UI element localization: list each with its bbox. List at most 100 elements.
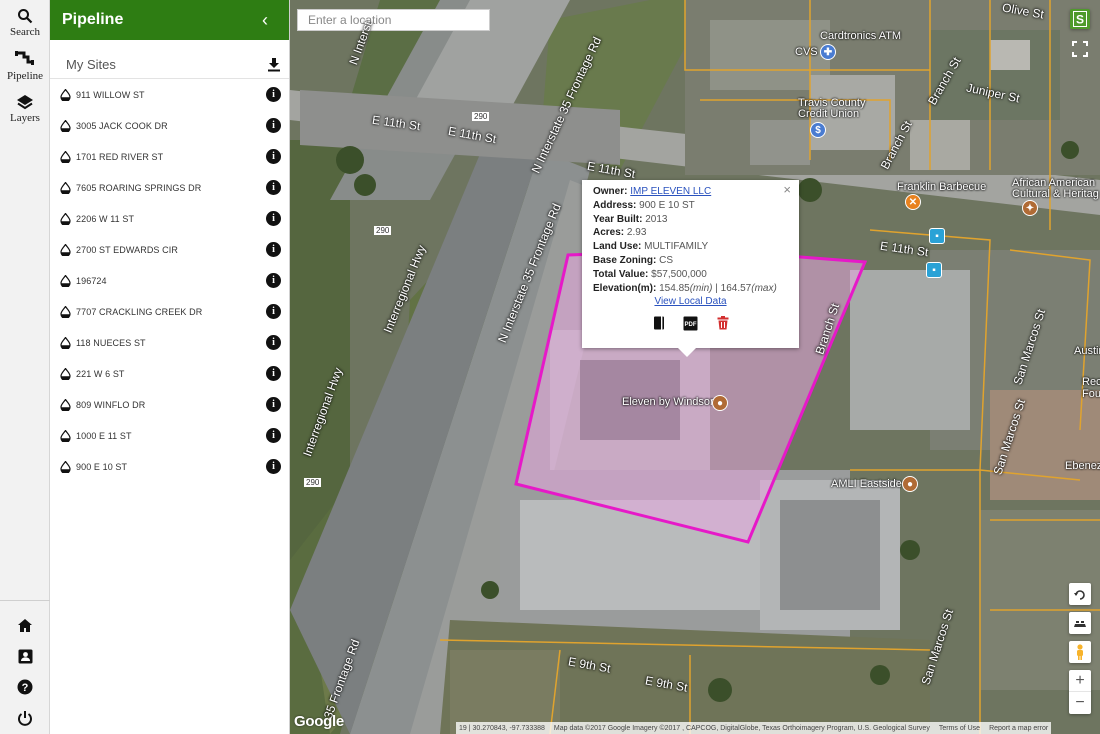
site-list-item[interactable]: 7707 CRACKLING CREEK DR i	[50, 296, 289, 327]
view-local-data-link[interactable]: View Local Data	[593, 295, 788, 309]
info-icon[interactable]: i	[266, 273, 281, 288]
nav-pipeline[interactable]: Pipeline	[0, 50, 50, 82]
pdf-button[interactable]: PDF	[683, 315, 699, 331]
elevation-min-unit: (min)	[689, 282, 713, 294]
drop-icon	[60, 429, 71, 442]
info-icon[interactable]: i	[266, 242, 281, 257]
address-value: 900 E 10 ST	[639, 199, 695, 211]
transit-pin-icon-a[interactable]: ▪	[929, 228, 945, 244]
tilt-button[interactable]	[1069, 612, 1091, 634]
map-attribution: 19 | 30.270843, -97.733388 Map data ©201…	[456, 722, 1052, 734]
location-search-input[interactable]	[297, 9, 490, 31]
site-list-item[interactable]: 196724 i	[50, 265, 289, 296]
year-value: 2013	[645, 213, 668, 225]
map-data-credit: Map data ©2017 Google Imagery ©2017 , CA…	[553, 724, 930, 732]
site-list-item[interactable]: 809 WINFLO DR i	[50, 389, 289, 420]
terms-link[interactable]: Terms of Use	[939, 725, 980, 732]
site-label: 900 E 10 ST	[76, 461, 128, 472]
collapse-panel-button[interactable]: ‹	[255, 10, 275, 31]
elevation-label: Elevation(m):	[593, 282, 657, 294]
fullscreen-button[interactable]	[1070, 39, 1090, 59]
site-list-item[interactable]: 911 WILLOW ST i	[50, 79, 289, 110]
report-error-link[interactable]: Report a map error	[989, 725, 1048, 732]
layers-icon	[17, 95, 33, 110]
nav-layers[interactable]: Layers	[0, 94, 50, 124]
site-list-item[interactable]: 2700 ST EDWARDS CIR i	[50, 234, 289, 265]
pdf-icon: PDF	[683, 316, 698, 331]
home-button[interactable]	[0, 611, 50, 639]
rotate-button[interactable]	[1069, 583, 1091, 605]
drop-icon	[60, 460, 71, 473]
owner-link[interactable]: IMP ELEVEN LLC	[630, 186, 711, 197]
zoning-row: Base Zoning: CS	[593, 254, 788, 268]
info-icon[interactable]: i	[266, 397, 281, 412]
site-label: 196724	[76, 275, 107, 286]
drop-icon	[60, 212, 71, 225]
nav-layers-label: Layers	[10, 112, 40, 124]
zoning-value: CS	[659, 254, 674, 266]
site-list-item[interactable]: 900 E 10 ST i	[50, 451, 289, 482]
logout-button[interactable]	[0, 704, 50, 732]
account-button[interactable]	[0, 642, 50, 670]
site-list-item[interactable]: 221 W 6 ST i	[50, 358, 289, 389]
download-icon[interactable]	[267, 57, 281, 72]
site-list-item[interactable]: 3005 JACK COOK DR i	[50, 110, 289, 141]
year-label: Year Built:	[593, 213, 643, 225]
site-label: 2700 ST EDWARDS CIR	[76, 244, 178, 255]
site-label: 809 WINFLO DR	[76, 399, 146, 410]
restaurant-pin-icon[interactable]: ✕	[905, 194, 921, 210]
book-icon	[653, 316, 664, 330]
nav-rail: Search Pipeline Layers ?	[0, 0, 50, 734]
amli-pin-icon[interactable]: ●	[902, 476, 918, 492]
museum-pin-icon[interactable]: ✦	[1022, 200, 1038, 216]
info-icon[interactable]: i	[266, 211, 281, 226]
panel-title: Pipeline	[62, 11, 124, 28]
account-icon	[18, 649, 32, 663]
fullscreen-icon	[1072, 41, 1088, 57]
info-icon[interactable]: i	[266, 118, 281, 133]
popup-close-button[interactable]: ×	[783, 183, 791, 197]
info-icon[interactable]: i	[266, 335, 281, 350]
info-icon[interactable]: i	[266, 180, 281, 195]
site-list-item[interactable]: 2206 W 11 ST i	[50, 203, 289, 234]
site-label: 1000 E 11 ST	[76, 430, 132, 441]
bank-pin-icon[interactable]: $	[810, 122, 826, 138]
site-label: 7707 CRACKLING CREEK DR	[76, 306, 203, 317]
drop-icon	[60, 398, 71, 411]
site-label: 2206 W 11 ST	[76, 213, 135, 224]
street-view-pegman[interactable]	[1069, 641, 1091, 663]
zoning-label: Base Zoning:	[593, 254, 657, 266]
app-logo-button[interactable]: S	[1070, 9, 1090, 29]
nav-search[interactable]: Search	[0, 8, 50, 38]
site-list-item[interactable]: 1000 E 11 ST i	[50, 420, 289, 451]
drop-icon	[60, 88, 71, 101]
landuse-row: Land Use: MULTIFAMILY	[593, 240, 788, 254]
info-icon[interactable]: i	[266, 366, 281, 381]
trash-icon	[717, 316, 728, 330]
parcel-info-popup: × Owner: IMP ELEVEN LLC Address: 900 E 1…	[582, 180, 799, 357]
site-list-item[interactable]: 118 NUECES ST i	[50, 327, 289, 358]
cvs-pin-icon[interactable]: ✚	[820, 44, 836, 60]
drop-icon	[60, 367, 71, 380]
landuse-value: MULTIFAMILY	[644, 241, 709, 253]
info-icon[interactable]: i	[266, 459, 281, 474]
zoom-out-button[interactable]: −	[1069, 692, 1091, 714]
pipeline-panel: Pipeline ‹ My Sites 911 WILLOW ST i 3005 J…	[50, 0, 290, 734]
info-icon[interactable]: i	[266, 149, 281, 164]
info-icon[interactable]: i	[266, 428, 281, 443]
map-view[interactable]: E 11th St E 11th St E 11th St E 11th St …	[290, 0, 1100, 734]
site-list-item[interactable]: 1701 RED RIVER ST i	[50, 141, 289, 172]
apartment-pin-icon[interactable]: ●	[712, 395, 728, 411]
help-button[interactable]: ?	[0, 673, 50, 701]
bookmark-button[interactable]	[651, 315, 667, 331]
power-icon	[18, 711, 32, 726]
rotate-icon	[1074, 590, 1085, 600]
elevation-separator: |	[712, 282, 721, 294]
info-icon[interactable]: i	[266, 304, 281, 319]
delete-button[interactable]	[715, 315, 731, 331]
info-icon[interactable]: i	[266, 87, 281, 102]
total-value: $57,500,000	[651, 268, 707, 280]
site-list-item[interactable]: 7605 ROARING SPRINGS DR i	[50, 172, 289, 203]
transit-pin-icon-b[interactable]: ▪	[926, 262, 942, 278]
zoom-in-button[interactable]: +	[1069, 670, 1091, 692]
